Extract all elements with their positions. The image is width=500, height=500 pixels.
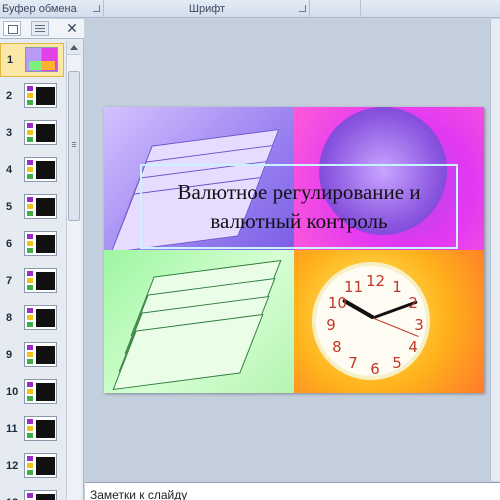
clipboard-group-label: Буфер обмена [2,3,77,15]
slide-number: 9 [6,349,13,361]
clock-number: 5 [392,354,402,373]
slide-thumbnail[interactable] [24,231,57,256]
clock-number: 6 [370,360,380,378]
clock-number: 8 [332,338,342,356]
notes-placeholder: Заметки к слайду [90,488,188,500]
paragraph-group [311,0,361,18]
close-icon[interactable]: ✕ [64,20,80,36]
slide-thumbnail[interactable] [24,194,57,219]
clock-number: 2 [408,294,418,312]
slide-thumbnail-row[interactable]: 1 [0,43,64,77]
slide-thumbnail[interactable] [24,416,57,441]
slide-thumbnail-row[interactable]: 6 [0,228,64,262]
slide-number: 8 [6,312,13,324]
clock-number: 12 [366,272,386,290]
font-group-label: Шрифт [188,3,226,15]
slide-thumbnail-row[interactable]: 12 [0,450,64,484]
slide-thumbnail[interactable] [24,83,57,108]
clock-number: 3 [414,316,424,334]
slide-number: 4 [6,164,13,176]
font-group: Шрифт [105,0,310,18]
slide-thumbnail-row[interactable]: 9 [0,339,64,373]
slide-thumbnail-row[interactable]: 10 [0,376,64,410]
title-placeholder[interactable]: Валютное регулирование и валютный контро… [140,164,458,249]
slide-number: 6 [6,238,13,250]
clipboard-group: Буфер обмена [0,0,104,18]
clock-face: 12 1 2 3 4 5 6 7 8 9 10 11 [312,262,430,380]
notes-pane[interactable]: Заметки к слайду [85,482,500,500]
tab-outline[interactable] [31,21,49,36]
slide-thumbnail-row[interactable]: 5 [0,191,64,225]
slide-thumbnail-row[interactable]: 4 [0,154,64,188]
clock-image-orange: 12 1 2 3 4 5 6 7 8 9 10 11 [294,250,484,393]
clock-number: 7 [348,354,358,373]
slide-number: 7 [6,275,13,287]
slide-number: 1 [7,54,14,66]
panel-tabs: ✕ [0,19,84,39]
slide-thumbnail-row[interactable]: 11 [0,413,64,447]
clock-number: 9 [326,316,336,334]
slide-thumbnail[interactable] [24,157,57,182]
ribbon-group-labels: Буфер обмена Шрифт [0,0,500,18]
slide-number: 3 [6,127,13,139]
current-slide[interactable]: 12 1 2 3 4 5 6 7 8 9 10 11 Валютное регулирование и… [104,107,484,393]
slide-number: 2 [6,90,13,102]
slide-thumbnail[interactable] [24,120,57,145]
slide-thumbnail-row[interactable]: 8 [0,302,64,336]
slide-thumbnail-row[interactable]: 2 [0,80,64,114]
slide-number: 12 [6,460,19,472]
slide-number: 11 [6,423,18,435]
font-dialog-launcher-icon[interactable] [299,5,306,12]
scroll-thumb[interactable] [68,71,80,221]
stage-scrollbar[interactable] [490,19,500,481]
clock-number: 4 [408,338,418,356]
slide-title: Валютное регулирование и валютный контро… [177,179,421,233]
panel-scrollbar[interactable] [66,41,81,500]
slide-thumbnail[interactable] [24,305,57,330]
slide-thumbnail-row[interactable]: 3 [0,117,64,151]
clock-number: 1 [392,277,402,296]
slide-thumbnail[interactable] [24,379,57,404]
slide-thumbnail[interactable] [24,490,57,500]
scroll-up-icon[interactable] [67,41,81,55]
clipboard-dialog-launcher-icon[interactable] [93,5,100,12]
slide-thumbnail[interactable] [24,342,57,367]
tab-slides[interactable] [3,21,21,36]
clock-number: 11 [344,277,364,296]
slide-number: 5 [6,201,13,213]
slide-thumbnail-row[interactable]: 13 [0,487,64,500]
papers-image-green [104,250,294,393]
slide-thumbnail[interactable] [25,47,58,72]
slides-panel: ✕ 12345678910111213 [0,19,84,500]
slide-thumbnail[interactable] [24,268,57,293]
slide-thumbnail[interactable] [24,453,57,478]
clock-number: 10 [327,294,347,312]
slide-number: 10 [6,386,19,398]
slide-thumbnail-row[interactable]: 7 [0,265,64,299]
